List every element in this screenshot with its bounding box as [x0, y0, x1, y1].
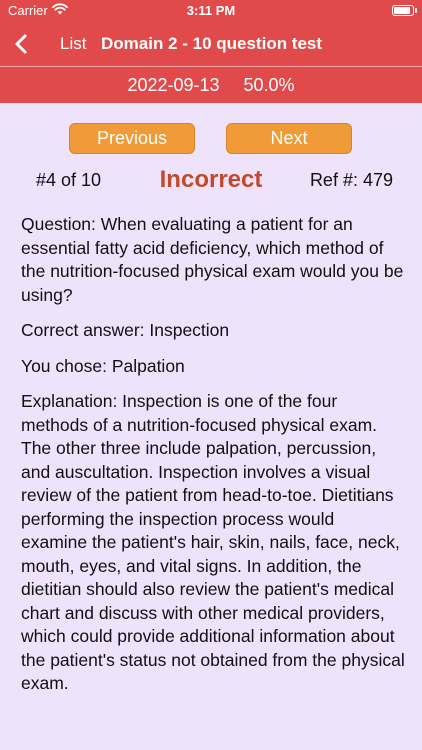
user-choice: You chose: Palpation: [21, 355, 185, 376]
battery-icon: [392, 5, 417, 16]
test-score: 50.0%: [243, 74, 295, 95]
reference-number: Ref #: 479: [309, 170, 393, 190]
nav-bar: List Domain 2 - 10 question test: [0, 22, 422, 66]
question-content: Question: When evaluating a patient for …: [21, 213, 405, 708]
back-button[interactable]: List: [60, 34, 86, 54]
previous-button[interactable]: Previous: [69, 123, 195, 154]
explanation-text: Explanation: Inspection is one of the fo…: [21, 391, 405, 693]
question-text: Question: When evaluating a patient for …: [21, 214, 404, 305]
page-title: Domain 2 - 10 question test: [101, 34, 323, 53]
next-button[interactable]: Next: [226, 123, 352, 154]
test-summary-bar: 2022-09-13 50.0%: [0, 66, 422, 103]
status-bar: Carrier 3:11 PM: [0, 0, 422, 22]
correct-answer: Correct answer: Inspection: [21, 320, 230, 340]
status-time: 3:11 PM: [186, 3, 236, 18]
chevron-left-icon[interactable]: [10, 32, 32, 56]
test-date: 2022-09-13: [127, 74, 220, 95]
